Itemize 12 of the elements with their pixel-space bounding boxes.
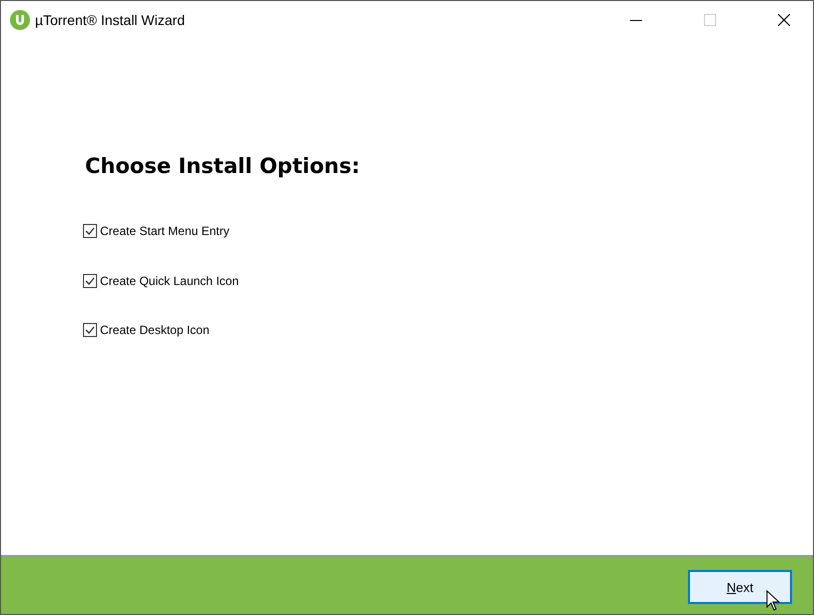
- option-label: Create Desktop Icon: [100, 323, 210, 337]
- next-button[interactable]: Next: [688, 570, 792, 604]
- close-icon[interactable]: [778, 14, 790, 26]
- cursor-icon: [766, 590, 780, 611]
- checkbox[interactable]: [83, 323, 97, 337]
- option-label: Create Quick Launch Icon: [100, 274, 239, 288]
- window-title: µTorrent® Install Wizard: [35, 12, 185, 28]
- checkbox[interactable]: [83, 274, 97, 288]
- checkbox[interactable]: [83, 224, 97, 238]
- option-label: Create Start Menu Entry: [100, 224, 230, 238]
- page-heading: Choose Install Options:: [85, 154, 360, 178]
- app-logo-icon: [10, 10, 30, 30]
